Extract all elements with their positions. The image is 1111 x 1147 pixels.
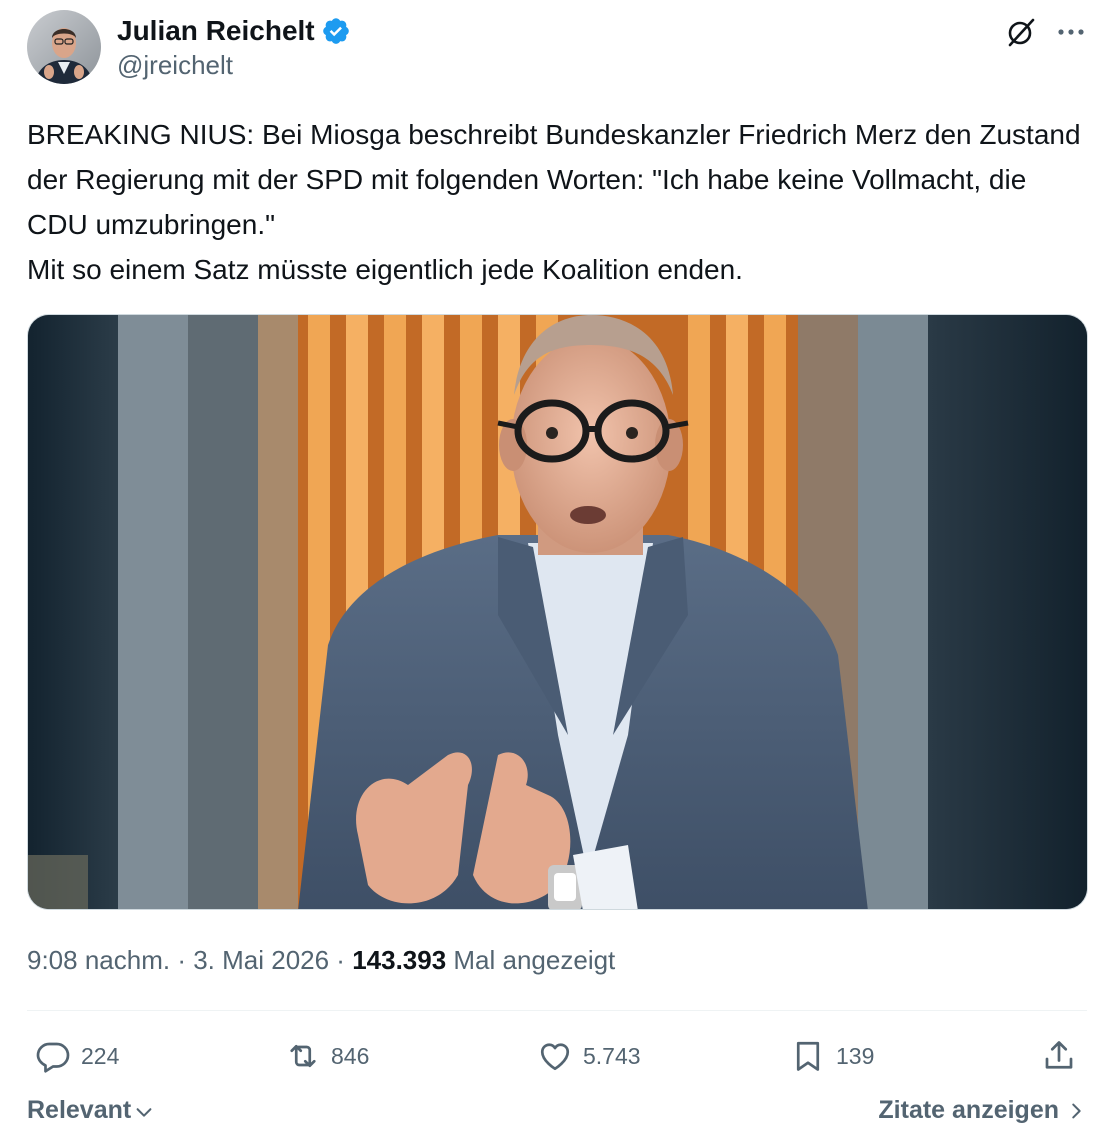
action-bar: 224 846 5.743 139 <box>27 1032 1087 1080</box>
tweet-media-image[interactable] <box>27 314 1088 910</box>
reply-icon <box>36 1042 70 1073</box>
display-name[interactable]: Julian Reichelt <box>117 14 315 48</box>
chevron-down-icon <box>136 1107 152 1117</box>
bookmark-icon <box>796 1041 820 1071</box>
bookmark-button[interactable]: 139 <box>790 1032 874 1080</box>
repost-icon <box>290 1044 316 1068</box>
tweet-time[interactable]: 9:08 nachm. <box>27 945 170 975</box>
tweet-text: BREAKING NIUS: Bei Miosga beschreibt Bun… <box>27 119 1081 285</box>
views-count: 143.393 <box>352 945 447 975</box>
avatar[interactable] <box>27 10 101 84</box>
repost-count: 846 <box>331 1042 370 1069</box>
meta-separator: · <box>170 945 194 975</box>
repost-button[interactable]: 846 <box>285 1032 369 1080</box>
like-count: 5.743 <box>583 1042 641 1069</box>
views-label: Mal angezeigt <box>446 945 616 975</box>
sort-label: Relevant <box>27 1096 132 1124</box>
tweet-date[interactable]: 3. Mai 2026 <box>193 945 329 975</box>
share-button[interactable] <box>1041 1032 1077 1080</box>
chevron-right-icon <box>1072 1103 1081 1118</box>
tweet-meta: 9:08 nachm. · 3. Mai 2026 · 143.393 Mal … <box>27 942 615 978</box>
author-names: Julian Reichelt @jreichelt <box>117 14 351 81</box>
quotes-label: Zitate anzeigen <box>878 1096 1059 1124</box>
grok-icon[interactable] <box>1003 14 1039 50</box>
meta-separator: · <box>329 945 353 975</box>
more-options-icon[interactable] <box>1053 14 1089 50</box>
view-quotes-link[interactable]: Zitate anzeigen <box>878 1096 1087 1125</box>
reply-button[interactable]: 224 <box>35 1032 119 1080</box>
divider <box>27 1010 1087 1011</box>
like-button[interactable]: 5.743 <box>537 1032 641 1080</box>
reply-count: 224 <box>81 1042 120 1069</box>
heart-icon <box>540 1043 570 1071</box>
sort-dropdown[interactable]: Relevant <box>27 1096 155 1125</box>
bookmark-count: 139 <box>836 1042 875 1069</box>
tweet-footer: Relevant Zitate anzeigen <box>27 1096 1087 1136</box>
share-icon <box>1045 1041 1073 1069</box>
handle[interactable]: @jreichelt <box>117 49 351 81</box>
verified-badge-icon[interactable] <box>321 16 351 46</box>
tweet-header: Julian Reichelt @jreichelt <box>27 10 1087 86</box>
display-name-row[interactable]: Julian Reichelt <box>117 14 351 48</box>
